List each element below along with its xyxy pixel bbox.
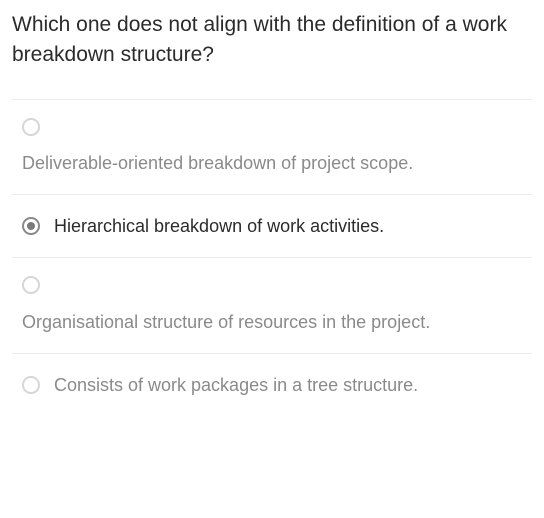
radio-icon[interactable] [22, 376, 40, 394]
option-label: Consists of work packages in a tree stru… [54, 372, 418, 398]
option-4[interactable]: Consists of work packages in a tree stru… [12, 353, 532, 402]
radio-icon[interactable] [22, 276, 40, 294]
radio-icon[interactable] [22, 118, 40, 136]
options-list: Deliverable-oriented breakdown of projec… [12, 99, 532, 402]
radio-icon[interactable] [22, 217, 40, 235]
option-2[interactable]: Hierarchical breakdown of work activitie… [12, 194, 532, 257]
option-label: Deliverable-oriented breakdown of projec… [22, 150, 522, 176]
option-3[interactable]: Organisational structure of resources in… [12, 257, 532, 352]
option-1[interactable]: Deliverable-oriented breakdown of projec… [12, 99, 532, 194]
option-label: Hierarchical breakdown of work activitie… [54, 213, 384, 239]
option-label: Organisational structure of resources in… [22, 309, 452, 335]
question-text: Which one does not align with the defini… [12, 10, 532, 71]
